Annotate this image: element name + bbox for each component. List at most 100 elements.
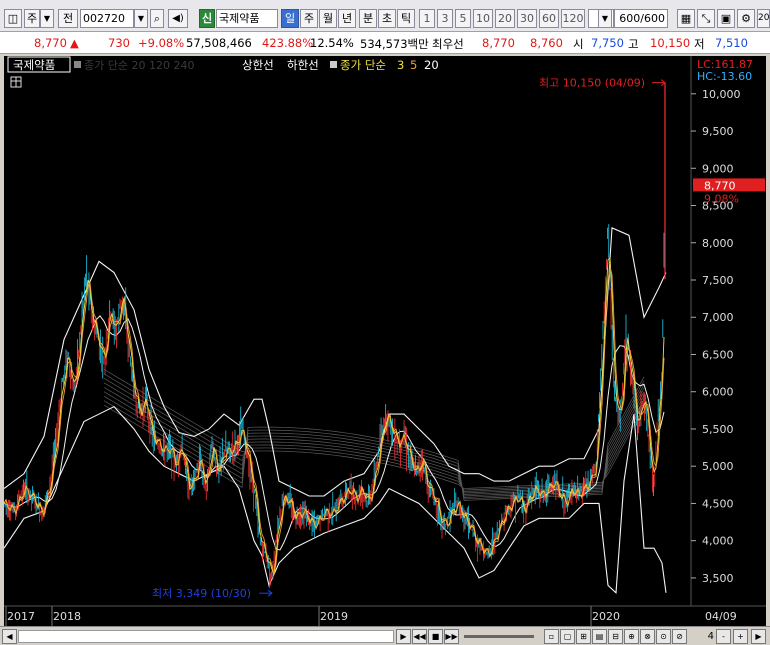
turnover-rate: 12.54%	[310, 36, 354, 50]
current-price-axis-label: 8,770	[704, 179, 736, 192]
interval-1[interactable]: 1	[419, 9, 435, 28]
interval-30[interactable]: 30	[517, 9, 537, 28]
jeon-button[interactable]: 전	[58, 9, 78, 28]
market-label: 주	[26, 12, 38, 25]
change-value: 730	[108, 36, 130, 50]
price-chart[interactable]: 국제약품 종가 단순 20 120 240 상한선 하한선 종가 단순 3 5 …	[3, 56, 766, 626]
y-tick-label: 9,000	[702, 162, 734, 175]
grid-icon[interactable]: ▦	[677, 9, 695, 28]
quote-bar: 8,770 ▲ 730 +9.08% 57,508,466 423.88% 12…	[0, 32, 770, 54]
chart-canvas[interactable]: 국제약품 종가 단순 20 120 240 상한선 하한선 종가 단순 3 5 …	[3, 56, 766, 626]
ask-label: 최우선	[432, 37, 464, 51]
interval-10[interactable]: 10	[473, 9, 493, 28]
tab-minute[interactable]: 분	[359, 9, 377, 28]
volume: 57,508,466	[186, 36, 252, 50]
ma-line-3	[3, 256, 665, 575]
y-tick-label: 10,000	[702, 88, 741, 101]
x-tick-label: 2018	[53, 610, 81, 623]
chart-window: ◫ 주 ▼ 전 002720 ▼ ⌕ ◀) 신 국제약품 일 주 월 년 분 초…	[0, 0, 770, 645]
trade-amount: 534,573백만	[360, 37, 429, 51]
ma-period-5: 5	[410, 58, 417, 72]
interval-3[interactable]: 3	[437, 9, 453, 28]
zoom-icon[interactable]: ⤡	[697, 9, 715, 28]
count-input[interactable]: 600/600	[614, 9, 668, 28]
tool-icon-2[interactable]: ▢	[560, 629, 575, 644]
ma-line-5	[3, 266, 665, 574]
save-icon[interactable]: ▣	[717, 9, 735, 28]
chart-type-icon[interactable]: ◫	[4, 9, 22, 28]
bottom-right-value: 4	[707, 631, 714, 642]
current-pct-axis-label: 9.08%	[704, 192, 739, 205]
low-label: 저	[694, 37, 705, 51]
search-icon[interactable]: ⌕	[150, 9, 164, 28]
tool-icon-5[interactable]: ⊟	[608, 629, 623, 644]
x-tick-label: 2019	[320, 610, 348, 623]
high-label: 고	[628, 37, 639, 51]
stock-code-dropdown-icon[interactable]: ▼	[134, 9, 148, 28]
y-tick-label: 8,000	[702, 237, 734, 250]
horizontal-scrollbar[interactable]	[18, 630, 394, 643]
zoom-in-button[interactable]: +	[733, 629, 748, 644]
tab-tick[interactable]: 틱	[397, 9, 415, 28]
interval-20[interactable]: 20	[495, 9, 515, 28]
bottom-bar: ◀ ▶ ◀◀ ■ ▶▶ ▫ ▢ ⊞ ▤ ⊟ ⊕ ⊗ ⊙ ⊘ 4 - + ▶	[0, 626, 770, 645]
tool-icon-7[interactable]: ⊗	[640, 629, 655, 644]
stock-code-input[interactable]: 002720	[80, 9, 134, 28]
nav-forward-button[interactable]: ▶▶	[444, 629, 459, 644]
nav-play-button[interactable]: ▶	[396, 629, 411, 644]
new-badge: 신	[199, 9, 215, 28]
tool-icon-8[interactable]: ⊙	[656, 629, 671, 644]
jeon-label: 전	[62, 12, 74, 25]
tool-icon-9[interactable]: ⊘	[672, 629, 687, 644]
y-tick-label: 5,000	[702, 460, 734, 473]
scroll-right-icon[interactable]: ▶	[751, 629, 766, 644]
interval-5[interactable]: 5	[455, 9, 471, 28]
nav-stop-button[interactable]: ■	[428, 629, 443, 644]
y-tick-label: 6,000	[702, 386, 734, 399]
tool-icon-1[interactable]: ▫	[544, 629, 559, 644]
ma-legend-marker	[330, 61, 337, 68]
tab-monthly[interactable]: 월	[319, 9, 337, 28]
scroll-left-icon[interactable]: ◀	[2, 629, 17, 644]
tool-icon-4[interactable]: ▤	[592, 629, 607, 644]
tab-yearly[interactable]: 년	[338, 9, 356, 28]
toolbar-right-value[interactable]: 20	[757, 9, 770, 28]
market-select[interactable]: 주	[24, 9, 40, 28]
tool-icon-6[interactable]: ⊕	[624, 629, 639, 644]
upper-band-line	[3, 227, 667, 497]
ma-legend-label: 종가 단순	[340, 58, 386, 72]
current-price: 8,770	[34, 36, 67, 50]
tab-weekly[interactable]: 주	[300, 9, 318, 28]
open-price: 7,750	[591, 36, 624, 50]
tool-icon-3[interactable]: ⊞	[576, 629, 591, 644]
best-ask: 8,770	[482, 36, 515, 50]
tab-daily[interactable]: 일	[281, 9, 299, 28]
ma-legend-dim-marker	[74, 61, 81, 68]
y-tick-label: 4,000	[702, 535, 734, 548]
tab-second[interactable]: 초	[378, 9, 396, 28]
stock-name-field[interactable]: 국제약품	[216, 9, 278, 28]
y-tick-label: 7,500	[702, 274, 734, 287]
best-bid: 8,760	[530, 36, 563, 50]
interval-120[interactable]: 120	[561, 9, 585, 28]
market-dropdown-icon[interactable]: ▼	[40, 9, 54, 28]
ma-period-3: 3	[397, 58, 404, 72]
gear-icon[interactable]: ⚙	[737, 9, 755, 28]
speaker-icon[interactable]: ◀)	[168, 9, 188, 28]
change-percent: +9.08%	[138, 36, 185, 50]
ma-period-20: 20	[424, 58, 439, 72]
zoom-out-button[interactable]: -	[716, 629, 731, 644]
low-price: 7,510	[715, 36, 748, 50]
nav-rewind-button[interactable]: ◀◀	[412, 629, 427, 644]
y-tick-label: 5,500	[702, 423, 734, 436]
y-tick-label: 9,500	[702, 125, 734, 138]
y-tick-label: 3,500	[702, 572, 734, 585]
x-tick-label: 2017	[7, 610, 35, 623]
lower-limit-label: 하한선	[287, 58, 319, 72]
y-tick-label: 7,000	[702, 311, 734, 324]
interval-60[interactable]: 60	[539, 9, 559, 28]
zoom-slider[interactable]	[464, 635, 534, 638]
interval-dropdown-icon[interactable]: ▼	[598, 9, 612, 28]
upper-limit-label: 상한선	[242, 58, 274, 72]
low-annotation: 최저 3,349 (10/30)	[152, 587, 251, 600]
